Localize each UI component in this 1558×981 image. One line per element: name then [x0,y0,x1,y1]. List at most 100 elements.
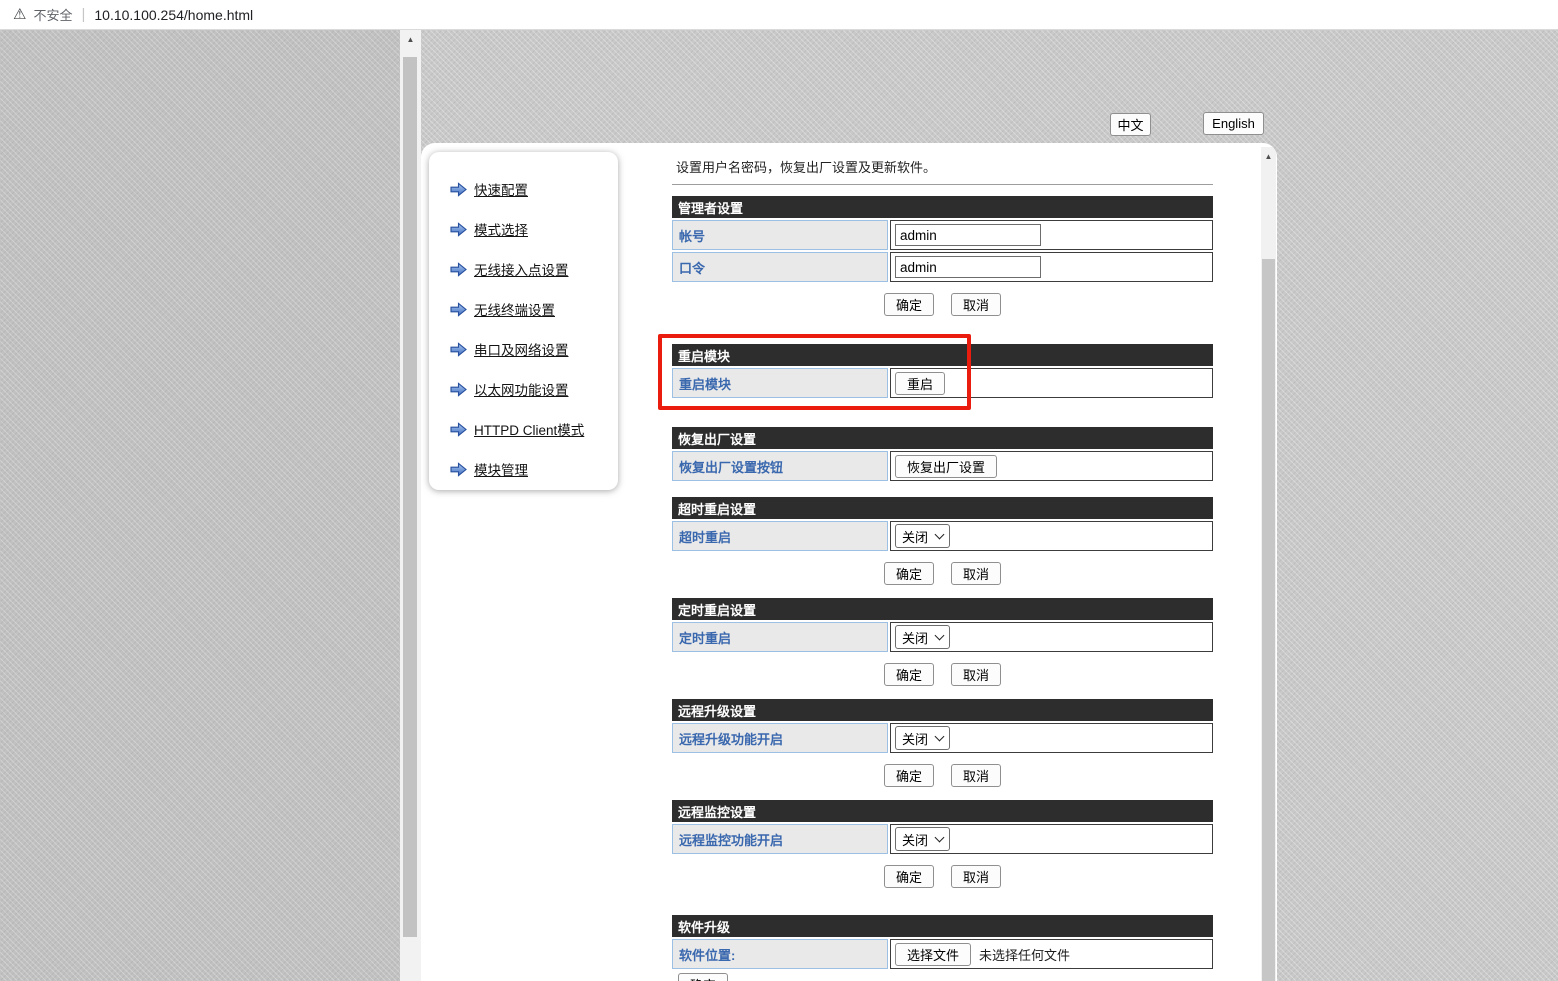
section-header: 重启模块 [672,344,1213,366]
blue-arrow-icon [450,461,467,477]
row-value: 关闭 [890,622,1213,652]
section-timeout-restart: 超时重启设置 超时重启 关闭 确定 取消 [672,497,1213,585]
divider-rule [672,184,1213,185]
table-row: 口令 [672,252,1213,282]
section-restart-module: 重启模块 重启模块 重启 [658,334,1213,410]
table-row: 软件位置: 选择文件 未选择任何文件 [672,939,1213,969]
row-value [890,220,1213,250]
chevron-down-icon [934,529,945,539]
remote-monitor-select[interactable]: 关闭 [895,827,951,851]
sidebar-item-wireless-sta[interactable]: 无线终端设置 [429,289,618,329]
select-value: 关闭 [902,832,929,848]
row-label-restart-module: 重启模块 [672,368,888,398]
sidebar-item-httpd-client[interactable]: HTTPD Client模式 [429,409,618,449]
section-factory-restore: 恢复出厂设置 恢复出厂设置按钮 恢复出厂设置 [672,427,1213,481]
action-buttons: 确定 取消 [672,293,1213,316]
sidebar-link-label[interactable]: 串口及网络设置 [474,339,569,359]
row-label-account: 帐号 [672,220,888,250]
no-file-selected-text: 未选择任何文件 [979,947,1071,963]
content-scrollbar-thumb[interactable] [1262,259,1275,981]
section-header: 定时重启设置 [672,598,1213,620]
page-description: 设置用户名密码，恢复出厂设置及更新软件。 [676,160,937,175]
row-value: 关闭 [890,521,1213,551]
address-bar-url[interactable]: 10.10.100.254/home.html [94,7,253,23]
sidebar-item-module-management[interactable]: 模块管理 [429,449,618,489]
row-label-software-location: 软件位置: [672,939,888,969]
blue-arrow-icon [450,421,467,437]
row-value: 关闭 [890,824,1213,854]
row-label-password: 口令 [672,252,888,282]
table-row: 远程升级功能开启 关闭 [672,723,1213,753]
table-row: 超时重启 关闭 [672,521,1213,551]
row-label-scheduled-restart: 定时重启 [672,622,888,652]
sidebar-item-mode-select[interactable]: 模式选择 [429,209,618,249]
choose-file-button[interactable]: 选择文件 [895,942,972,966]
section-remote-monitor: 远程监控设置 远程监控功能开启 关闭 确定 取消 [672,800,1213,888]
sidebar-link-label[interactable]: 模式选择 [474,219,528,239]
section-software-upgrade: 软件升级 软件位置: 选择文件 未选择任何文件 确定 [672,915,1213,981]
blue-arrow-icon [450,301,467,317]
security-warning-label: 不安全 [33,8,73,23]
left-empty-frame [0,30,400,981]
timeout-restart-select[interactable]: 关闭 [895,524,951,548]
blue-arrow-icon [450,341,467,357]
restart-button[interactable]: 重启 [895,371,946,395]
scroll-up-icon[interactable]: ▲ [400,30,421,50]
language-chinese-button[interactable]: 中文 [1110,113,1151,136]
address-bar-divider: | [81,6,86,23]
row-value [890,252,1213,282]
cancel-button[interactable]: 取消 [951,865,1002,888]
sidebar-link-label[interactable]: 模块管理 [474,459,528,479]
confirm-button[interactable]: 确定 [883,562,934,585]
select-value: 关闭 [902,630,929,646]
select-value: 关闭 [902,529,929,545]
left-frame-scrollbar[interactable]: ▲ [400,30,421,981]
table-row: 帐号 [672,220,1213,250]
section-header: 远程监控设置 [672,800,1213,822]
row-label-remote-monitor: 远程监控功能开启 [672,824,888,854]
scheduled-restart-select[interactable]: 关闭 [895,625,951,649]
security-warning-icon: ⚠ [13,6,27,23]
blue-arrow-icon [450,381,467,397]
bottom-actions: 确定 [678,973,1213,981]
confirm-button[interactable]: 确定 [883,865,934,888]
account-field[interactable] [895,224,1041,246]
section-scheduled-restart: 定时重启设置 定时重启 关闭 确定 取消 [672,598,1213,686]
action-buttons: 确定 取消 [672,663,1213,686]
select-value: 关闭 [902,731,929,747]
confirm-button[interactable]: 确定 [883,293,934,316]
sidebar-item-wireless-ap[interactable]: 无线接入点设置 [429,249,618,289]
factory-restore-button[interactable]: 恢复出厂设置 [895,454,998,478]
password-field[interactable] [895,256,1041,278]
sidebar-link-label[interactable]: 以太网功能设置 [474,379,569,399]
row-label-restore-button: 恢复出厂设置按钮 [672,451,888,481]
table-row: 重启模块 重启 [672,368,1213,398]
left-scrollbar-thumb[interactable] [403,57,417,937]
row-label-remote-upgrade: 远程升级功能开启 [672,723,888,753]
browser-address-bar[interactable]: ⚠ 不安全 | 10.10.100.254/home.html [0,0,1558,30]
row-value: 关闭 [890,723,1213,753]
row-value: 选择文件 未选择任何文件 [890,939,1213,969]
remote-upgrade-select[interactable]: 关闭 [895,726,951,750]
scroll-up-icon[interactable]: ▲ [1261,147,1276,167]
confirm-button[interactable]: 确定 [883,663,934,686]
cancel-button[interactable]: 取消 [951,562,1002,585]
confirm-button[interactable]: 确定 [883,764,934,787]
section-header: 软件升级 [672,915,1213,937]
sidebar-link-label[interactable]: 快速配置 [474,179,528,199]
sidebar-link-label[interactable]: 无线终端设置 [474,299,555,319]
sidebar-item-serial-network[interactable]: 串口及网络设置 [429,329,618,369]
chevron-down-icon [934,832,945,842]
sidebar-link-label[interactable]: HTTPD Client模式 [474,419,584,439]
sidebar-item-quick-config[interactable]: 快速配置 [429,169,618,209]
language-english-button[interactable]: English [1203,112,1264,135]
row-value: 恢复出厂设置 [890,451,1213,481]
content-scrollbar[interactable]: ▲ [1261,147,1276,981]
confirm-button[interactable]: 确定 [678,973,729,981]
sidebar-link-label[interactable]: 无线接入点设置 [474,259,569,279]
sidebar-menu: 快速配置 模式选择 无线接入点设置 无线终端设置 串口及网络设置 以太网功能设置… [429,152,618,490]
cancel-button[interactable]: 取消 [951,293,1002,316]
cancel-button[interactable]: 取消 [951,663,1002,686]
cancel-button[interactable]: 取消 [951,764,1002,787]
sidebar-item-ethernet[interactable]: 以太网功能设置 [429,369,618,409]
